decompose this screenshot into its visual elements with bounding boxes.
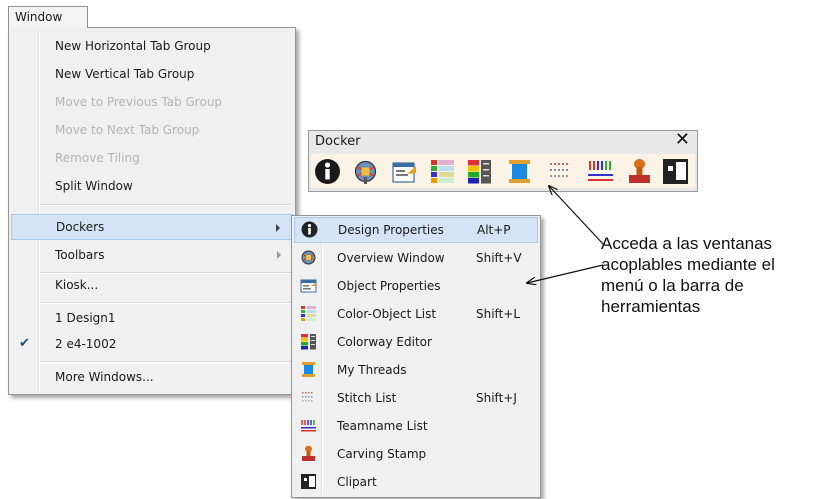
menu-item-my-threads[interactable]: My Threads (294, 357, 538, 383)
color-object-list-icon (300, 305, 317, 322)
menu-item-label: Overview Window (337, 251, 445, 265)
callout-line: acoplables mediante el (601, 255, 775, 274)
menu-item-label: New Vertical Tab Group (55, 67, 195, 81)
clipart-icon (300, 473, 317, 490)
submenu-arrow-icon (277, 251, 281, 259)
check-mark-icon: ✔ (19, 336, 30, 351)
menu-item-teamname-list[interactable]: Teamname List (294, 413, 538, 439)
thread-spool-icon (300, 361, 317, 378)
menu-item-label: Move to Next Tab Group (55, 123, 200, 137)
menu-item-remove-tiling: Remove Tiling (11, 145, 293, 171)
object-properties-icon (300, 277, 317, 294)
teamname-list-icon (300, 417, 317, 434)
menu-item-kiosk[interactable]: Kiosk... (11, 272, 293, 298)
menu-separator (40, 302, 291, 304)
colorway-editor-icon (300, 333, 317, 350)
teamname-list-icon[interactable] (587, 158, 614, 185)
menu-item-label: Carving Stamp (337, 447, 427, 461)
shortcut-label: Alt+P (477, 223, 511, 237)
colorway-editor-icon[interactable] (466, 158, 493, 185)
menu-item-label: Color-Object List (337, 307, 437, 321)
docker-toolbar: Docker ✕ (308, 130, 698, 192)
shortcut-label: Shift+L (476, 307, 521, 321)
menu-item-overview-window[interactable]: Overview Window Shift+V (294, 245, 538, 271)
window-menu: New Horizontal Tab Group New Vertical Ta… (8, 27, 296, 395)
menu-item-label: 2 e4-1002 (55, 337, 117, 351)
menu-item-label: Move to Previous Tab Group (55, 95, 223, 109)
window-menu-header[interactable]: Window (8, 6, 88, 28)
menu-item-new-horizontal-tab-group[interactable]: New Horizontal Tab Group (11, 33, 293, 59)
callout-line: Acceda a las ventanas (601, 234, 773, 253)
menu-item-label: Design Properties (338, 223, 444, 237)
color-object-list-icon[interactable] (429, 158, 456, 185)
menu-item-stitch-list[interactable]: Stitch List Shift+J (294, 385, 538, 411)
menu-item-object-properties[interactable]: Object Properties (294, 273, 538, 299)
overview-icon (300, 249, 317, 266)
menu-separator (40, 361, 291, 363)
menu-item-carving-stamp[interactable]: Carving Stamp (294, 441, 538, 467)
menu-item-1-design1[interactable]: 1 Design1 (11, 305, 293, 331)
overview-icon[interactable] (352, 158, 379, 185)
shortcut-label: Shift+V (476, 251, 522, 265)
menu-item-label: 1 Design1 (55, 311, 116, 325)
clipart-icon[interactable] (662, 158, 689, 185)
leader-line-to-toolbar (549, 186, 605, 246)
info-icon (301, 221, 318, 238)
info-icon[interactable] (314, 158, 341, 185)
dockers-submenu: Design Properties Alt+P Overview Window … (291, 215, 541, 498)
callout-text: Acceda a las ventanas acoplables mediant… (601, 233, 816, 317)
carving-stamp-icon[interactable] (626, 158, 653, 185)
menu-item-split-window[interactable]: Split Window (11, 173, 293, 199)
menu-item-toolbars[interactable]: Toolbars (11, 242, 293, 268)
menu-item-label: Remove Tiling (55, 151, 140, 165)
menu-item-label: Clipart (337, 475, 377, 489)
menu-item-label: Stitch List (337, 391, 397, 405)
menu-item-dockers[interactable]: Dockers (11, 214, 293, 240)
menu-item-label: Toolbars (55, 248, 105, 262)
menu-item-label: Kiosk... (55, 278, 99, 292)
callout-line: herramientas (601, 297, 701, 316)
toolbar-title: Docker (315, 134, 361, 149)
menu-item-label: Split Window (55, 179, 133, 193)
submenu-arrow-icon (276, 224, 280, 232)
object-properties-icon[interactable] (391, 158, 418, 185)
menu-item-color-object-list[interactable]: Color-Object List Shift+L (294, 301, 538, 327)
carving-stamp-icon (300, 445, 317, 462)
shortcut-label: Shift+J (476, 391, 517, 405)
menu-separator (40, 204, 291, 206)
menu-item-label: Object Properties (337, 279, 441, 293)
menu-item-move-to-next-tab-group: Move to Next Tab Group (11, 117, 293, 143)
close-icon[interactable]: ✕ (675, 130, 690, 150)
menu-item-colorway-editor[interactable]: Colorway Editor (294, 329, 538, 355)
menu-item-label: Colorway Editor (337, 335, 432, 349)
menu-item-label: Teamname List (337, 419, 428, 433)
menu-item-label: New Horizontal Tab Group (55, 39, 211, 53)
thread-spool-icon[interactable] (506, 158, 533, 185)
menu-item-label: More Windows... (55, 370, 154, 384)
menu-item-move-to-previous-tab-group: Move to Previous Tab Group (11, 89, 293, 115)
window-menu-label: Window (15, 10, 63, 24)
menu-item-clipart[interactable]: Clipart (294, 469, 538, 495)
stitch-list-icon[interactable] (548, 158, 575, 185)
menu-item-design-properties[interactable]: Design Properties Alt+P (294, 217, 538, 243)
toolbar-button-row (311, 154, 695, 188)
menu-item-label: Dockers (56, 220, 105, 234)
menu-item-more-windows[interactable]: More Windows... (11, 364, 293, 390)
menu-item-2-e4-1002[interactable]: ✔ 2 e4-1002 (11, 331, 293, 357)
menu-item-new-vertical-tab-group[interactable]: New Vertical Tab Group (11, 61, 293, 87)
callout-line: menú o la barra de (601, 276, 744, 295)
stitch-list-icon (300, 389, 317, 406)
menu-item-label: My Threads (337, 363, 407, 377)
